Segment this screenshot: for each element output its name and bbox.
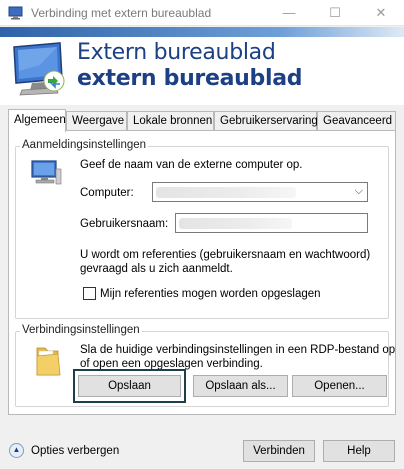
tab-geavanceerd[interactable]: Geavanceerd (317, 111, 396, 131)
connection-settings-label: Verbindingsinstellingen (20, 324, 142, 336)
close-button[interactable]: ✕ (358, 0, 404, 26)
username-input[interactable] (175, 213, 368, 233)
save-as-button[interactable]: Opslaan als... (193, 375, 288, 397)
save-button[interactable]: Opslaan (78, 375, 181, 397)
save-credentials-checkbox[interactable] (83, 287, 96, 300)
computer-instruction-text: Geef de naam van de externe computer op. (80, 159, 303, 171)
tab-gebruikerservaring[interactable]: Gebruikerservaring (214, 111, 318, 131)
window-title: Verbinding met extern bureaublad (31, 6, 212, 20)
banner-title-line1: Extern bureaublad (77, 40, 276, 65)
tab-algemeen[interactable]: Algemeen (8, 109, 66, 132)
username-value-redacted (179, 218, 292, 229)
hide-options-link[interactable]: Opties verbergen (31, 444, 119, 458)
tab-lokale-bronnen[interactable]: Lokale bronnen (127, 111, 214, 131)
remote-desktop-icon (8, 6, 23, 20)
credentials-info-line1: U wordt om referenties (gebruikersnaam e… (80, 249, 371, 261)
tab-panel-algemeen: Aanmeldingsinstellingen Geef de naam van… (8, 130, 396, 415)
chevron-down-icon[interactable]: ⌵ (355, 185, 363, 198)
tab-weergave[interactable]: Weergave (66, 111, 127, 131)
credentials-info-line2: gevraagd als u zich aanmeldt. (80, 263, 233, 275)
open-button[interactable]: Openen... (292, 375, 387, 397)
banner: Extern bureaublad extern bureaublad (0, 27, 404, 105)
save-credentials-label: Mijn referenties mogen worden opgeslagen (100, 288, 321, 300)
title-bar: Verbinding met extern bureaublad — ☐ ✕ (0, 0, 404, 26)
help-button[interactable]: Help (323, 440, 395, 462)
maximize-button[interactable]: ☐ (312, 0, 358, 26)
connection-settings-group: Verbindingsinstellingen Sla de huidige v… (15, 324, 395, 407)
login-settings-group: Aanmeldingsinstellingen Geef de naam van… (15, 139, 389, 319)
computer-value-redacted (156, 187, 296, 198)
hide-options-arrow-icon[interactable]: ▲ (9, 443, 24, 458)
banner-title-line2: extern bureaublad (77, 66, 303, 91)
remote-desktop-monitor-icon (13, 42, 65, 96)
username-label: Gebruikersnaam: (80, 218, 169, 230)
computer-label: Computer: (80, 187, 134, 199)
connect-button[interactable]: Verbinden (243, 440, 315, 462)
minimize-button[interactable]: — (266, 0, 312, 26)
banner-stripe (0, 27, 404, 37)
computer-icon (31, 160, 62, 185)
folder-icon (36, 347, 61, 376)
login-settings-label: Aanmeldingsinstellingen (20, 139, 149, 151)
computer-combobox[interactable]: ⌵ (152, 182, 368, 202)
connection-desc-line1: Sla de huidige verbindingsinstellingen i… (80, 344, 396, 356)
